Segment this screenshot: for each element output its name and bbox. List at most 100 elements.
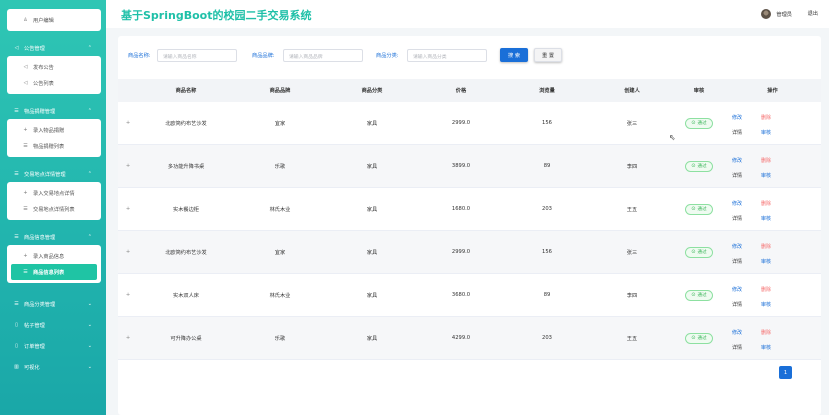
edit-button[interactable]: 修改 (732, 114, 742, 121)
cell-creator: 李四 (626, 292, 638, 299)
status-badge: ⊙ 通过 (685, 246, 713, 258)
cell-operations: 修改 删除详情 审核 (724, 102, 821, 144)
pagination-page-button[interactable]: 1 (779, 366, 792, 379)
sidebar-group-donations[interactable]: ☰ 物品捐赠管理 ⌃ (0, 103, 106, 119)
detail-button[interactable]: 详情 (732, 215, 742, 222)
review-button[interactable]: 审核 (761, 301, 771, 308)
sidebar-item-publish-announcement[interactable]: ◁ 发布公告 (7, 59, 101, 75)
cell-price: 4299.0 (451, 335, 471, 341)
chevron-down-icon: ⌄ (87, 364, 92, 370)
list-icon: ☰ (23, 206, 28, 212)
edit-button[interactable]: 修改 (732, 329, 742, 336)
sidebar-item-product-list[interactable]: ☰ 商品信息列表 (11, 264, 97, 280)
reset-button[interactable]: 重 置 (534, 48, 562, 62)
cell-creator: 王五 (626, 335, 638, 342)
expand-icon[interactable]: + (118, 249, 138, 255)
expand-icon[interactable]: + (118, 335, 138, 341)
sidebar-item-add-product[interactable]: + 录入商品信息 (7, 248, 101, 264)
edit-button[interactable]: 修改 (732, 243, 742, 250)
review-button[interactable]: 审核 (761, 129, 771, 136)
table-row: + 实木餐边柜 林氏木业 家具 1680.0 203 王五 ⊙ 通过 修改 删除 详情 审核 (118, 188, 821, 231)
admin-user[interactable]: 管理员 (761, 9, 792, 19)
sidebar-group-orders[interactable]: ▯ 订单管理 ⌄ (0, 338, 106, 354)
detail-button[interactable]: 详情 (732, 172, 742, 179)
review-button[interactable]: 审核 (761, 215, 771, 222)
review-button[interactable]: 审核 (761, 344, 771, 351)
chevron-down-icon: ⌄ (87, 301, 92, 307)
edit-button[interactable]: 修改 (732, 286, 742, 293)
product-name-input[interactable]: 请输入商品名称 (157, 49, 237, 62)
column-header: 审核 (693, 88, 705, 94)
cell-audit: ⊙ 通过 (674, 246, 724, 258)
megaphone-icon: ◁ (23, 64, 28, 70)
delete-button[interactable]: 删除 (761, 157, 771, 164)
plus-icon: + (23, 127, 28, 133)
status-badge-label: 通过 (697, 250, 707, 255)
sidebar-group-visualization[interactable]: ▥ 可视化 ⌄ (0, 359, 106, 375)
delete-button[interactable]: 删除 (761, 114, 771, 121)
cell-category: 家具 (366, 292, 378, 299)
expand-icon[interactable]: + (118, 206, 138, 212)
document-icon: ▯ (15, 322, 18, 328)
sidebar-item-user-edit[interactable]: ♙ 用户编辑 (7, 12, 101, 28)
cell-operations: 修改 删除详情 审核 (724, 188, 821, 230)
expand-icon[interactable]: + (118, 120, 138, 126)
product-name-label: 商品名称: (128, 53, 151, 59)
expand-icon[interactable]: + (118, 292, 138, 298)
sidebar-item-announcement-list[interactable]: ◁ 公告列表 (7, 75, 101, 91)
cell-creator: 张三 (626, 120, 638, 127)
cell-product-name: 北欧简约布艺沙发 (165, 120, 207, 127)
product-brand-input[interactable]: 请输入商品品牌 (283, 49, 363, 62)
check-circle-icon: ⊙ (691, 206, 696, 212)
delete-button[interactable]: 删除 (761, 329, 771, 336)
logout-link[interactable]: 退出 (808, 10, 818, 17)
cell-operations: 修改 删除详情 审核 (724, 145, 821, 187)
edit-button[interactable]: 修改 (732, 200, 742, 207)
chevron-up-icon: ⌃ (87, 234, 92, 240)
sidebar-group-categories[interactable]: ☰ 商品分类管理 ⌄ (0, 296, 106, 312)
review-button[interactable]: 审核 (761, 172, 771, 179)
delete-button[interactable]: 删除 (761, 286, 771, 293)
search-button[interactable]: 搜 索 (500, 48, 528, 62)
check-circle-icon: ⊙ (691, 249, 696, 255)
list-icon: ☰ (14, 234, 19, 240)
detail-button[interactable]: 详情 (732, 344, 742, 351)
sidebar-group-announcements[interactable]: ◁ 公告管理 ⌃ (0, 40, 106, 56)
cell-price: 3680.0 (451, 292, 471, 298)
review-button[interactable]: 审核 (761, 258, 771, 265)
list-icon: ☰ (14, 301, 19, 307)
sidebar-item-location-list[interactable]: ☰ 交易地点详情列表 (7, 201, 101, 217)
sidebar-group-posts[interactable]: ▯ 帖子管理 ⌄ (0, 317, 106, 333)
sidebar-item-add-location[interactable]: + 录入交易地点详情 (7, 185, 101, 201)
detail-button[interactable]: 详情 (732, 258, 742, 265)
expand-icon[interactable]: + (118, 163, 138, 169)
chevron-up-icon: ⌃ (87, 171, 92, 177)
status-badge-label: 通过 (697, 207, 707, 212)
product-category-label: 商品分类: (376, 53, 399, 59)
sidebar-item-donation-list[interactable]: ☰ 物品捐赠列表 (7, 138, 101, 154)
sidebar-group-products[interactable]: ☰ 商品信息管理 ⌃ (0, 229, 106, 245)
cell-category: 家具 (366, 249, 378, 256)
status-badge-label: 通过 (697, 336, 707, 341)
list-icon: ☰ (14, 171, 19, 177)
edit-button[interactable]: 修改 (732, 157, 742, 164)
delete-button[interactable]: 删除 (761, 200, 771, 207)
sidebar-item-add-donation[interactable]: + 录入物品捐赠 (7, 122, 101, 138)
check-circle-icon: ⊙ (691, 335, 696, 341)
cell-product-name: 实木双人床 (173, 292, 199, 299)
detail-button[interactable]: 详情 (732, 301, 742, 308)
check-circle-icon: ⊙ (691, 120, 696, 126)
detail-button[interactable]: 详情 (732, 129, 742, 136)
cell-operations: 修改 删除详情 审核 (724, 274, 821, 316)
status-badge-label: 通过 (697, 293, 707, 298)
sidebar-group-locations[interactable]: ☰ 交易地点详情管理 ⌃ (0, 166, 106, 182)
cell-category: 家具 (366, 120, 378, 127)
mouse-cursor-icon: ⇖ (669, 133, 676, 142)
cell-brand: 林氏木业 (269, 292, 291, 299)
status-badge-label: 通过 (697, 164, 707, 169)
sidebar-group-label: 商品分类管理 (24, 301, 56, 308)
delete-button[interactable]: 删除 (761, 243, 771, 250)
cell-brand: 林氏木业 (269, 206, 291, 213)
product-category-input[interactable]: 请输入商品分类 (407, 49, 487, 62)
cell-creator: 张三 (626, 249, 638, 256)
